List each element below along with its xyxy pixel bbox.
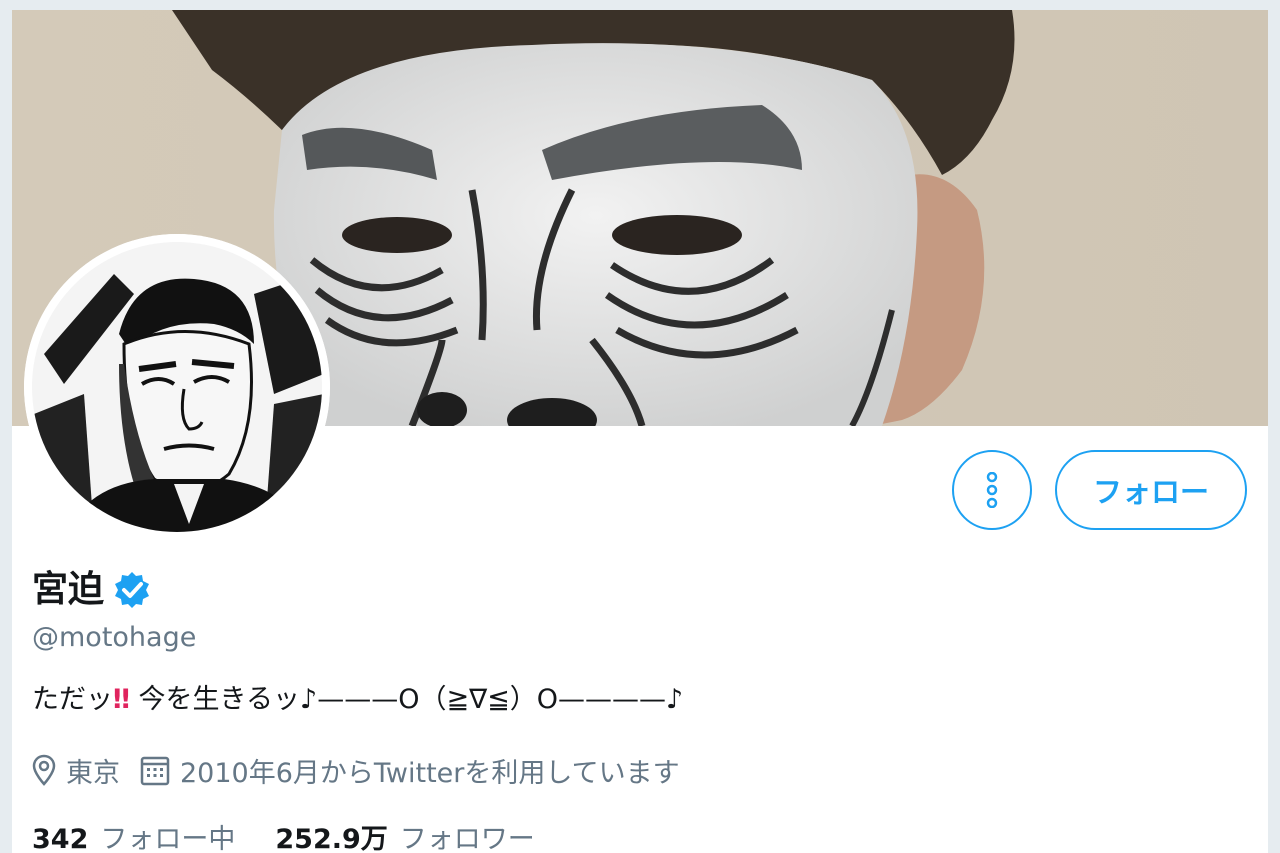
profile-meta: 東京 2010年6月からTwitterを利用しています <box>32 750 700 790</box>
profile-bio: ただッ‼ 今を生きるッ♪———O（≧∇≦）O————♪ <box>32 680 683 720</box>
profile-stats: 342 フォロー中 252.9万 フォロワー <box>32 816 575 853</box>
calendar-icon <box>140 756 170 786</box>
location-item: 東京 <box>32 751 120 790</box>
more-vertical-icon <box>986 472 998 508</box>
followers-label: フォロワー <box>399 823 535 853</box>
followers-count: 252.9万 <box>275 823 388 853</box>
bio-prefix: ただッ <box>32 684 113 715</box>
joined-item: 2010年6月からTwitterを利用しています <box>140 751 680 790</box>
display-name-row: 宮迫 <box>32 565 152 615</box>
follow-button[interactable]: フォロー <box>1055 450 1247 530</box>
location-text: 東京 <box>66 757 120 789</box>
following-stat[interactable]: 342 フォロー中 <box>32 817 235 853</box>
display-name: 宮迫 <box>32 569 105 610</box>
joined-text: 2010年6月からTwitterを利用しています <box>180 757 680 789</box>
followers-stat[interactable]: 252.9万 フォロワー <box>275 817 534 853</box>
bio-suffix: 今を生きるッ♪———O（≧∇≦）O————♪ <box>129 684 684 715</box>
bio-emphasis: ‼ <box>113 684 130 715</box>
location-pin-icon <box>32 754 56 786</box>
following-label: フォロー中 <box>100 823 236 853</box>
profile-avatar[interactable] <box>24 234 330 540</box>
following-count: 342 <box>32 823 89 853</box>
user-handle: @motohage <box>32 622 197 653</box>
profile-card: フォロー 宮迫 @motohage ただッ‼ 今を生きるッ♪———O（≧∇≦）O… <box>12 10 1268 853</box>
verified-badge-icon <box>115 572 150 608</box>
more-options-button[interactable] <box>952 450 1032 530</box>
